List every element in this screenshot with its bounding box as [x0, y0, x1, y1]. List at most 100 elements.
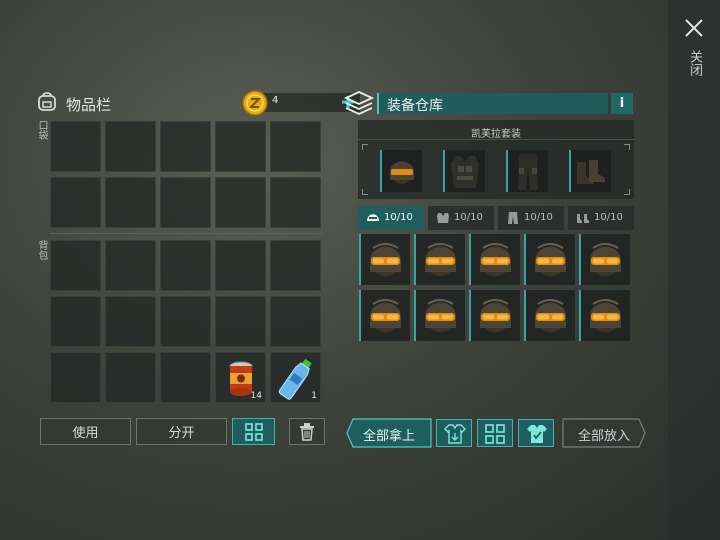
backpack-slot[interactable] — [215, 296, 266, 347]
warehouse-helmet-slot[interactable] — [469, 290, 520, 341]
backpack-slot[interactable] — [105, 240, 156, 291]
pants-count: 10/10 — [524, 212, 553, 223]
helmet-icon — [581, 243, 630, 289]
close-label[interactable]: 关闭 — [686, 50, 702, 76]
set-helmet-slot[interactable] — [380, 150, 422, 192]
helmet-icon — [366, 212, 380, 227]
backpack-slot[interactable] — [160, 352, 211, 403]
warehouse-helmet-slot[interactable] — [579, 290, 630, 341]
sort-warehouse-button[interactable] — [477, 419, 513, 447]
helmet-icon — [471, 243, 520, 289]
corner-bracket — [362, 189, 368, 195]
sort-inventory-button[interactable] — [232, 418, 275, 445]
warehouse-helmet-slot[interactable] — [414, 234, 465, 285]
tab-pants[interactable]: 10/10 — [498, 206, 564, 230]
warehouse-button-bar: 全部拿上 全部放入 — [346, 418, 646, 448]
side-strip — [668, 0, 720, 540]
warehouse-helmet-slot[interactable] — [359, 234, 410, 285]
backpack-slot[interactable] — [160, 296, 211, 347]
discard-button[interactable] — [289, 418, 325, 445]
boots-icon — [577, 160, 605, 184]
water-bottle-qty: 1 — [311, 391, 317, 401]
warehouse-helmet-slot[interactable] — [414, 290, 465, 341]
set-boots-slot[interactable] — [569, 150, 611, 192]
helmet-count: 10/10 — [384, 212, 413, 223]
backpack-slot[interactable] — [160, 240, 211, 291]
equipment-tabs: 10/10 10/10 10/10 10/10 — [358, 206, 634, 230]
helmet-icon — [361, 243, 410, 289]
equip-button[interactable] — [518, 419, 554, 447]
backpack-icon — [36, 90, 58, 116]
swap-equip-button[interactable] — [436, 419, 472, 447]
inventory-title: 物品栏 — [66, 96, 112, 114]
backpack-slot[interactable] — [215, 240, 266, 291]
pocket-slot[interactable] — [270, 177, 321, 228]
pocket-slot[interactable] — [160, 177, 211, 228]
tab-vest[interactable]: 10/10 — [428, 206, 494, 230]
put-all-label: 全部放入 — [577, 429, 630, 444]
warehouse-helmet-slot[interactable] — [579, 234, 630, 285]
helmet-icon — [361, 299, 410, 345]
pants-icon — [506, 212, 520, 227]
canned-food-slot[interactable]: 14 — [215, 352, 266, 403]
shirt-swap-icon — [444, 424, 466, 444]
warehouse-icon — [343, 90, 375, 120]
vest-count: 10/10 — [454, 212, 483, 223]
warehouse-helmet-slot[interactable] — [524, 290, 575, 341]
pocket-slot[interactable] — [105, 121, 156, 172]
water-bottle-slot[interactable]: 1 — [270, 352, 321, 403]
set-vest-slot[interactable] — [443, 150, 485, 192]
backpack-slot[interactable] — [105, 296, 156, 347]
pocket-slot[interactable] — [105, 177, 156, 228]
warehouse-title-bar: 装备仓库 — [377, 93, 608, 114]
boots-icon — [576, 212, 590, 227]
backpack-slot[interactable] — [270, 240, 321, 291]
set-divider — [358, 139, 634, 140]
take-all-button[interactable]: 全部拿上 — [346, 418, 432, 448]
corner-bracket — [624, 144, 630, 150]
vest-icon — [436, 212, 450, 227]
trash-icon — [300, 422, 314, 441]
coin-count: 4 — [272, 95, 279, 106]
split-button[interactable]: 分开 — [136, 418, 227, 445]
helmet-icon — [416, 243, 465, 289]
pocket-slot[interactable] — [50, 177, 101, 228]
take-all-label: 全部拿上 — [362, 429, 415, 444]
pocket-slot[interactable] — [160, 121, 211, 172]
warehouse-helmet-slot[interactable] — [359, 290, 410, 341]
backpack-slot[interactable] — [50, 352, 101, 403]
vest-icon — [451, 156, 479, 188]
tab-boots[interactable]: 10/10 — [568, 206, 634, 230]
backpack-slot[interactable] — [50, 240, 101, 291]
backpack-slot[interactable] — [105, 352, 156, 403]
backpack-slot[interactable] — [270, 296, 321, 347]
close-icon[interactable] — [684, 18, 704, 38]
backpack-grid: 14 1 — [50, 240, 321, 403]
helmet-icon — [416, 299, 465, 345]
use-button[interactable]: 使用 — [40, 418, 131, 445]
pocket-slot[interactable] — [215, 121, 266, 172]
warehouse-helmet-slot[interactable] — [524, 234, 575, 285]
pocket-slot[interactable] — [215, 177, 266, 228]
warehouse-helmet-slot[interactable] — [469, 234, 520, 285]
shirt-equip-icon — [527, 425, 547, 443]
grid-sort-icon — [485, 424, 505, 444]
pocket-slot[interactable] — [50, 121, 101, 172]
backpack-label: 背包 — [36, 240, 47, 260]
corner-bracket — [624, 189, 630, 195]
tab-helmet[interactable]: 10/10 — [358, 206, 424, 230]
set-pants-slot[interactable] — [506, 150, 548, 192]
inventory-header: 物品栏 4 — [36, 90, 360, 116]
grid-divider — [50, 233, 324, 234]
put-all-button[interactable]: 全部放入 — [562, 418, 646, 448]
helmet-icon — [471, 299, 520, 345]
grid-sort-icon — [244, 422, 263, 441]
backpack-slot[interactable] — [50, 296, 101, 347]
corner-bracket — [362, 144, 368, 150]
helmet-icon — [526, 243, 575, 289]
helmet-icon — [390, 161, 414, 184]
pocket-label: 口袋 — [36, 120, 47, 140]
pocket-slot[interactable] — [270, 121, 321, 172]
info-button[interactable]: i — [611, 93, 633, 114]
set-name: 凯芙拉套装 — [471, 129, 521, 140]
